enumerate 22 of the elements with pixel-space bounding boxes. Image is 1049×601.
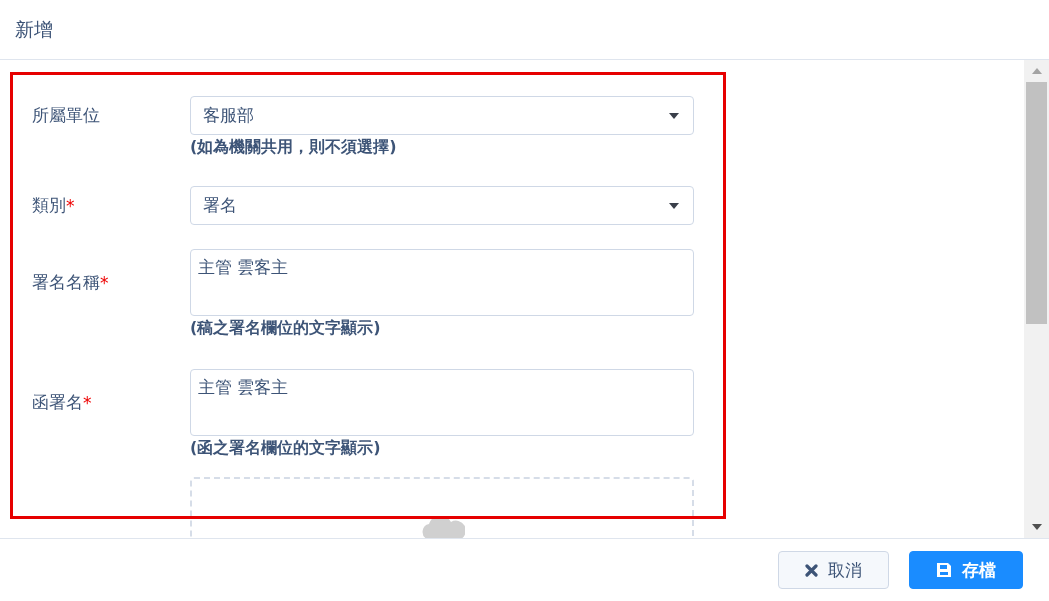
required-mark: * xyxy=(100,272,109,293)
close-icon xyxy=(805,563,818,577)
field-label: 所屬單位 xyxy=(32,104,100,127)
caret-icon xyxy=(669,112,679,119)
required-mark: * xyxy=(66,195,75,216)
cancel-button[interactable]: 取消 xyxy=(778,551,889,589)
scroll-down-icon[interactable] xyxy=(1031,524,1042,530)
upload-area[interactable] xyxy=(190,477,694,537)
field-label: 函署名 xyxy=(32,391,83,414)
field-label: 署名名稱 xyxy=(32,271,100,294)
text-area-field[interactable]: 主管 雲客主 xyxy=(190,369,694,436)
field-hint: (如為機關共用，則不須選擇) xyxy=(190,137,398,158)
scrollbar[interactable] xyxy=(1024,60,1049,538)
required-mark: * xyxy=(83,392,92,413)
dialog-title: 新增 xyxy=(15,16,53,42)
select-field[interactable]: 客服部 xyxy=(190,96,694,135)
field-hint: (函之署名欄位的文字顯示) xyxy=(190,438,382,459)
select-field[interactable]: 署名 xyxy=(190,186,694,225)
field-label: 類別 xyxy=(32,194,66,217)
field-hint: (稿之署名欄位的文字顯示) xyxy=(190,318,382,339)
caret-icon xyxy=(669,202,679,209)
text-area-field[interactable]: 主管 雲客主 xyxy=(190,249,694,316)
